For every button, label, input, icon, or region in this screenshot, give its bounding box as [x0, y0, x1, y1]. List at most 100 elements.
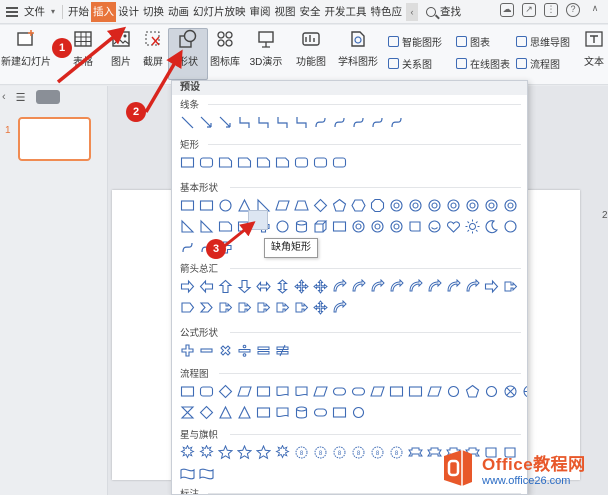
- shape-circle-icon[interactable]: [503, 219, 518, 234]
- hamburger-icon[interactable]: [6, 6, 18, 17]
- shape-callArrow-icon[interactable]: [294, 300, 309, 315]
- shape-ribbon-icon[interactable]: [408, 445, 423, 460]
- shape-rect-icon[interactable]: [256, 384, 271, 399]
- smart-art-button[interactable]: 智能图形: [388, 34, 442, 49]
- shape-callArrow-icon[interactable]: [218, 300, 233, 315]
- shape-star-icon[interactable]: [236, 444, 253, 460]
- shape-oct-icon[interactable]: [370, 198, 385, 213]
- tab-scroll-icon[interactable]: ‹: [406, 2, 419, 21]
- shape-wave-icon[interactable]: [199, 466, 214, 481]
- shape-tri-icon[interactable]: [218, 405, 233, 420]
- shape-ring-icon[interactable]: [465, 198, 480, 213]
- tab-0[interactable]: 开始: [66, 2, 91, 22]
- shape-eqPlus-icon[interactable]: [180, 343, 195, 358]
- online-chart-button[interactable]: 在线图表: [456, 56, 510, 71]
- shape-quad-icon[interactable]: [313, 300, 328, 315]
- shape-curvedArrow-icon[interactable]: [408, 278, 423, 294]
- shape-seal-icon[interactable]: 8: [389, 445, 404, 460]
- shape-rrect-icon[interactable]: [199, 155, 214, 170]
- shape-curve-icon[interactable]: [389, 115, 404, 130]
- shape-fdata-icon[interactable]: [427, 384, 442, 399]
- shape-burst-icon[interactable]: [275, 444, 290, 460]
- shape-cube-icon[interactable]: [313, 219, 328, 234]
- shape-cyl-icon[interactable]: [294, 405, 309, 420]
- shape-rtri-icon[interactable]: [199, 219, 214, 234]
- shape-diamond-icon[interactable]: [313, 198, 328, 213]
- shape-sun-icon[interactable]: [465, 219, 480, 234]
- shape-quad-icon[interactable]: [294, 279, 309, 294]
- shape-snip-icon[interactable]: [237, 155, 252, 170]
- flowchart-button[interactable]: 流程图: [516, 56, 560, 71]
- more-icon[interactable]: ⋮: [544, 3, 558, 17]
- shape-snip-icon[interactable]: [275, 155, 290, 170]
- shape-curvedArrow-icon[interactable]: [389, 278, 404, 294]
- shape-curve-icon[interactable]: [180, 240, 195, 255]
- shape-elbow-icon[interactable]: [256, 115, 271, 130]
- shape-curvedArrow-icon[interactable]: [446, 278, 461, 294]
- shape-wave-icon[interactable]: [180, 466, 195, 481]
- shape-eqMul-icon[interactable]: [218, 343, 233, 358]
- tab-2[interactable]: 设计: [116, 2, 141, 22]
- shape-arrowline-icon[interactable]: [199, 115, 214, 130]
- shape-curve-icon[interactable]: [370, 115, 385, 130]
- shape-ring-icon[interactable]: [446, 198, 461, 213]
- shape-rrect-icon[interactable]: [332, 155, 347, 170]
- shape-arrowR-icon[interactable]: [180, 279, 195, 294]
- shape-rect-icon[interactable]: [408, 384, 423, 399]
- shape-seal-icon[interactable]: 8: [370, 445, 385, 460]
- shape-burst-icon[interactable]: [199, 444, 214, 460]
- shape-fx-icon[interactable]: [503, 384, 518, 399]
- slide-thumbnail[interactable]: [18, 117, 91, 161]
- shape-button[interactable]: 形状: [170, 29, 206, 68]
- share-icon[interactable]: ↗: [522, 3, 536, 17]
- shape-callArrow-icon[interactable]: [503, 279, 518, 294]
- shape-fdoc-icon[interactable]: [294, 384, 309, 399]
- shape-curvedArrow-icon[interactable]: [351, 278, 366, 294]
- shape-curve-icon[interactable]: [313, 115, 328, 130]
- shape-moon-icon[interactable]: [484, 219, 499, 234]
- collapse-pane-icon[interactable]: ‹: [2, 91, 6, 103]
- tab-1[interactable]: 插入: [91, 1, 117, 22]
- shape-rtri-icon[interactable]: [180, 219, 195, 234]
- slide-view-icon[interactable]: [35, 90, 60, 104]
- shape-hex-icon[interactable]: [351, 198, 366, 213]
- tab-9[interactable]: 开发工具: [323, 2, 369, 22]
- shape-fdoc-icon[interactable]: [275, 384, 290, 399]
- shape-rect-icon[interactable]: [180, 384, 195, 399]
- cloud-icon[interactable]: ☁: [500, 3, 514, 17]
- shape-star-icon[interactable]: [255, 444, 272, 460]
- shape-arrowline-icon[interactable]: [218, 115, 233, 130]
- collapse-icon[interactable]: ∧: [588, 3, 602, 17]
- shape-rect-icon[interactable]: [180, 198, 195, 213]
- shape-tri-icon[interactable]: [237, 405, 252, 420]
- subject-shape-button[interactable]: 学科图形: [336, 29, 380, 68]
- shape-chevron-icon[interactable]: [199, 300, 214, 315]
- shape-rect-icon[interactable]: [332, 219, 347, 234]
- shape-snip-icon[interactable]: [256, 155, 271, 170]
- shape-fcircle-icon[interactable]: [351, 405, 366, 420]
- shape-ring-icon[interactable]: [389, 198, 404, 213]
- shape-scroll-icon[interactable]: [408, 219, 423, 234]
- shape-arrowLR-icon[interactable]: [256, 279, 271, 294]
- help-icon[interactable]: ?: [566, 3, 580, 17]
- shape-eqEq-icon[interactable]: [256, 343, 271, 358]
- shape-rrect-icon[interactable]: [294, 155, 309, 170]
- shape-rect-icon[interactable]: [332, 405, 347, 420]
- shape-rect-icon[interactable]: [180, 155, 195, 170]
- outline-view-icon[interactable]: ☰: [16, 91, 26, 104]
- shape-seal-icon[interactable]: 8: [313, 445, 328, 460]
- mind-map-button[interactable]: 思维导图: [516, 34, 570, 49]
- shape-ring-icon[interactable]: [408, 198, 423, 213]
- shape-diamond-icon[interactable]: [218, 384, 233, 399]
- screenshot-button[interactable]: 截屏: [138, 29, 168, 68]
- shape-fdata-icon[interactable]: [313, 384, 328, 399]
- shape-fterm-icon[interactable]: [351, 384, 366, 399]
- shape-heart-icon[interactable]: [446, 219, 461, 234]
- shape-curvedArrow-icon[interactable]: [332, 299, 347, 315]
- shape-seal-icon[interactable]: 8: [294, 445, 309, 460]
- shape-line-icon[interactable]: [180, 115, 195, 130]
- shape-ring-icon[interactable]: [389, 219, 404, 234]
- relation-button[interactable]: 关系图: [388, 56, 432, 71]
- shape-arrowU-icon[interactable]: [218, 279, 233, 294]
- shape-star-icon[interactable]: [217, 444, 234, 460]
